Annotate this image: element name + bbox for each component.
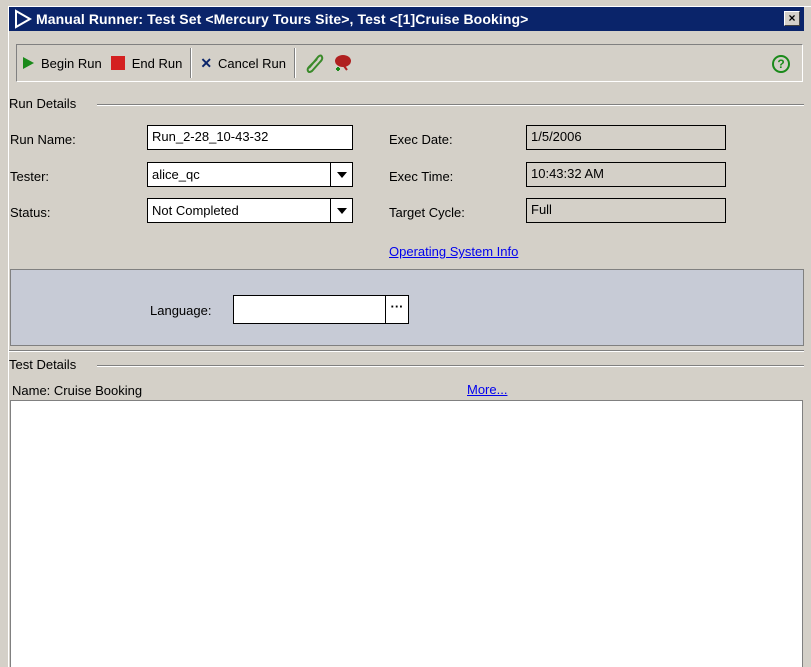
os-info-link[interactable]: Operating System Info: [389, 244, 518, 259]
tester-select[interactable]: alice_qc: [147, 162, 353, 187]
toolbar: Begin Run End Run ✕ Cancel Run ?: [16, 44, 803, 82]
cancel-run-button[interactable]: ✕ Cancel Run: [196, 48, 290, 78]
panel-splitter[interactable]: [9, 350, 804, 352]
toolbar-separator: [190, 48, 193, 78]
target-cycle-label: Target Cycle:: [389, 205, 465, 220]
tester-value: alice_qc: [152, 167, 200, 182]
run-details-divider: [97, 104, 804, 106]
status-label: Status:: [10, 205, 51, 220]
cancel-x-icon: ✕: [200, 54, 213, 71]
window-title: Manual Runner: Test Set <Mercury Tours S…: [36, 11, 529, 27]
target-cycle-field: Full: [526, 198, 726, 223]
test-details-divider: [97, 365, 804, 367]
exec-time-label: Exec Time:: [389, 169, 454, 184]
close-button[interactable]: ×: [784, 11, 800, 26]
begin-run-button[interactable]: Begin Run: [17, 48, 106, 78]
run-name-field[interactable]: Run_2-28_10-43-32: [147, 125, 353, 150]
test-name-text: Name: Cruise Booking: [12, 383, 143, 398]
tester-label: Tester:: [10, 169, 50, 184]
toolbar-separator: [293, 48, 296, 78]
attachments-button[interactable]: [300, 48, 328, 78]
run-arrow-icon: [15, 9, 33, 29]
manual-runner-window: Manual Runner: Test Set <Mercury Tours S…: [8, 6, 811, 667]
play-icon: [21, 56, 35, 70]
status-select[interactable]: Not Completed: [147, 198, 353, 223]
paperclip-icon: [306, 54, 324, 73]
exec-time-field: 10:43:32 AM: [526, 162, 726, 187]
more-link[interactable]: More...: [467, 382, 507, 397]
begin-run-label: Begin Run: [41, 55, 102, 71]
exec-date-label: Exec Date:: [389, 132, 453, 147]
bug-add-icon: [334, 55, 351, 71]
exec-date-field: 1/5/2006: [526, 125, 726, 150]
run-details-heading: Run Details: [9, 96, 81, 111]
tester-dropdown-button[interactable]: [330, 163, 352, 186]
add-defect-button[interactable]: [328, 48, 358, 78]
language-browse-button[interactable]: ···: [385, 295, 409, 324]
status-value: Not Completed: [152, 203, 239, 218]
title-bar[interactable]: Manual Runner: Test Set <Mercury Tours S…: [9, 7, 804, 31]
stop-icon: [110, 55, 126, 71]
status-dropdown-button[interactable]: [330, 199, 352, 222]
end-run-button[interactable]: End Run: [106, 48, 187, 78]
run-name-label: Run Name:: [10, 132, 76, 147]
language-panel: Language: ···: [10, 269, 804, 346]
language-label: Language:: [150, 303, 212, 318]
end-run-label: End Run: [131, 55, 183, 71]
test-details-heading: Test Details: [9, 357, 81, 372]
chevron-down-icon: [336, 171, 347, 178]
help-icon[interactable]: ?: [772, 55, 790, 73]
test-description-area[interactable]: [10, 400, 803, 667]
chevron-down-icon: [336, 207, 347, 214]
cancel-run-label: Cancel Run: [218, 55, 286, 71]
language-field[interactable]: [233, 295, 386, 324]
